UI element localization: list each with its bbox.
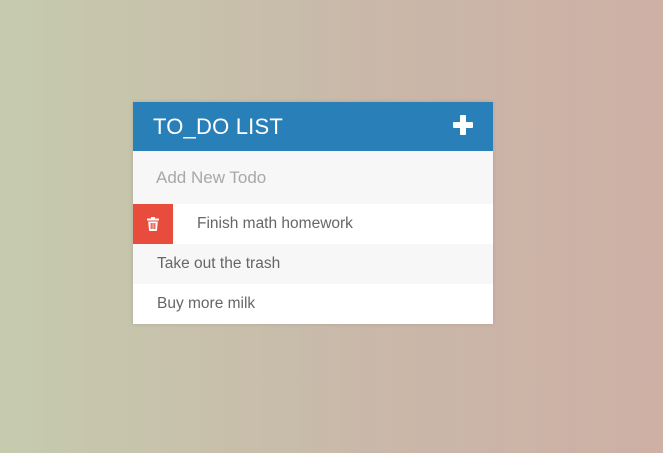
todo-list: Finish math homework Take out the trash … bbox=[133, 204, 493, 324]
todo-text: Take out the trash bbox=[157, 255, 281, 272]
todo-header: TO_DO LIST bbox=[133, 102, 493, 151]
todo-item[interactable]: Buy more milk bbox=[133, 284, 493, 324]
todo-text: Buy more milk bbox=[157, 295, 256, 312]
todo-item[interactable]: Take out the trash bbox=[133, 244, 493, 284]
new-todo-input[interactable] bbox=[133, 151, 493, 204]
plus-icon[interactable] bbox=[452, 114, 474, 136]
todo-title: TO_DO LIST bbox=[153, 113, 283, 139]
todo-card: TO_DO LIST Add New Todo Finish math home… bbox=[133, 102, 493, 324]
trash-icon bbox=[147, 217, 159, 231]
delete-button[interactable] bbox=[133, 204, 173, 244]
new-todo-container bbox=[133, 151, 493, 204]
todo-item[interactable]: Finish math homework bbox=[133, 204, 493, 244]
todo-text: Finish math homework bbox=[197, 215, 353, 232]
